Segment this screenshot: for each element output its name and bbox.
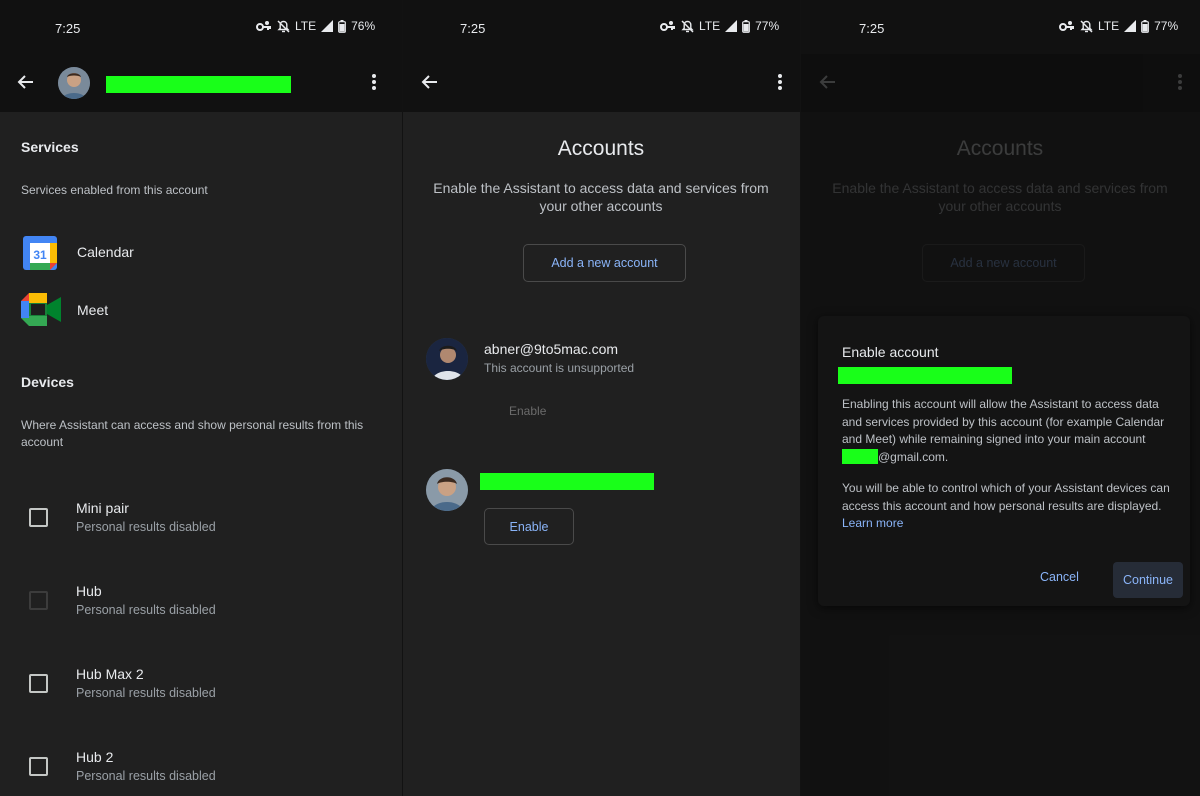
battery-icon	[338, 19, 347, 33]
account-unsupported-note: This account is unsupported	[484, 361, 635, 375]
devices-heading: Devices	[21, 374, 74, 390]
device-name: Mini pair	[76, 500, 129, 516]
more-vert-icon	[372, 74, 376, 90]
back-button[interactable]	[12, 68, 40, 96]
services-heading: Services	[21, 139, 79, 155]
signal-icon	[321, 20, 334, 32]
more-options-button[interactable]	[766, 68, 794, 96]
device-name: Hub Max 2	[76, 666, 144, 682]
device-name: Hub	[76, 583, 102, 599]
account-email: abner@9to5mac.com	[484, 341, 619, 357]
status-time: 7:25	[859, 21, 885, 36]
enable-button-disabled: Enable	[509, 404, 547, 418]
status-icons: LTE 77%	[660, 19, 779, 33]
status-bar: 7:25 LTE 77%	[402, 0, 800, 54]
accounts-screen: 7:25 LTE 77% Accounts Enable the Assista…	[402, 0, 800, 796]
network-type: LTE	[699, 19, 721, 33]
panel-divider	[402, 0, 403, 796]
learn-more-link[interactable]: Learn more	[842, 516, 903, 530]
cancel-button[interactable]: Cancel	[1040, 570, 1079, 584]
dialog-body-text: You will be able to control which of you…	[842, 481, 1170, 513]
panel-divider	[800, 0, 801, 796]
avatar-photo	[426, 338, 468, 380]
more-vert-icon	[778, 74, 782, 90]
enable-account-dialog: Enable account Enabling this account wil…	[818, 316, 1190, 606]
vpn-key-icon	[1059, 21, 1074, 31]
avatar-photo	[58, 67, 90, 99]
dialog-body-secondary: You will be able to control which of you…	[842, 480, 1172, 533]
notifications-off-icon	[277, 19, 290, 33]
battery-icon	[1141, 19, 1150, 33]
enable-account-screen: 7:25 LTE 77% Accounts Enable the Assista…	[800, 0, 1200, 796]
status-icons: LTE 77%	[1059, 19, 1178, 33]
battery-percent: 76%	[351, 19, 376, 33]
page-description: Enable the Assistant to access data and …	[433, 180, 769, 214]
services-screen: 7:25 LTE 76% Services Services enabled f…	[0, 0, 402, 796]
battery-percent: 77%	[755, 19, 780, 33]
signal-icon	[725, 20, 738, 32]
account-avatar[interactable]	[58, 67, 90, 99]
status-time: 7:25	[460, 21, 486, 36]
service-label: Meet	[77, 302, 109, 318]
battery-percent: 77%	[1154, 19, 1179, 33]
more-options-button[interactable]	[360, 68, 388, 96]
status-time: 7:25	[55, 21, 81, 36]
notifications-off-icon	[1080, 19, 1093, 33]
enable-account-button[interactable]: Enable	[484, 508, 574, 545]
status-icons: LTE 76%	[256, 19, 375, 33]
account-avatar	[426, 469, 468, 511]
notifications-off-icon	[681, 19, 694, 33]
signal-icon	[1124, 20, 1137, 32]
device-name: Hub 2	[76, 749, 114, 765]
dialog-body-domain: @gmail.com.	[878, 449, 949, 464]
app-bar	[0, 54, 402, 112]
back-button[interactable]	[416, 68, 444, 96]
dialog-title: Enable account	[842, 344, 939, 360]
network-type: LTE	[1098, 19, 1120, 33]
devices-subtitle: Where Assistant can access and show pers…	[21, 418, 364, 449]
service-label: Calendar	[77, 244, 134, 260]
device-status: Personal results disabled	[76, 769, 216, 783]
device-status: Personal results disabled	[76, 686, 216, 700]
add-account-button[interactable]: Add a new account	[523, 244, 686, 282]
app-bar	[402, 54, 800, 112]
device-status: Personal results disabled	[76, 520, 216, 534]
account-avatar	[426, 338, 468, 380]
dialog-body-text: Enabling this account will allow the Ass…	[842, 397, 1165, 446]
device-checkbox[interactable]	[29, 674, 48, 693]
device-status: Personal results disabled	[76, 603, 216, 617]
avatar-photo	[426, 469, 468, 511]
screenshot-collage: 7:25 LTE 76% Services Services enabled f…	[0, 0, 1200, 796]
services-subtitle: Services enabled from this account	[21, 183, 208, 197]
status-bar: 7:25 LTE 77%	[800, 0, 1200, 54]
redacted-account-name	[106, 76, 291, 93]
vpn-key-icon	[660, 21, 675, 31]
svg-text:31: 31	[33, 248, 47, 262]
battery-icon	[742, 19, 751, 33]
device-checkbox[interactable]	[29, 757, 48, 776]
google-meet-icon	[21, 293, 61, 326]
network-type: LTE	[295, 19, 317, 33]
redacted-account-email	[480, 473, 654, 490]
google-calendar-icon: 31	[23, 236, 57, 270]
redacted-username	[842, 448, 878, 464]
arrow-back-icon	[17, 75, 33, 89]
vpn-key-icon	[256, 21, 271, 31]
device-checkbox[interactable]	[29, 508, 48, 527]
dialog-body-main: Enabling this account will allow the Ass…	[842, 396, 1172, 466]
device-checkbox[interactable]	[29, 591, 48, 610]
redacted-account-email	[838, 367, 1012, 384]
arrow-back-icon	[421, 75, 437, 89]
page-title: Accounts	[557, 137, 645, 160]
status-bar: 7:25 LTE 76%	[0, 0, 402, 54]
continue-button[interactable]: Continue	[1113, 562, 1183, 598]
